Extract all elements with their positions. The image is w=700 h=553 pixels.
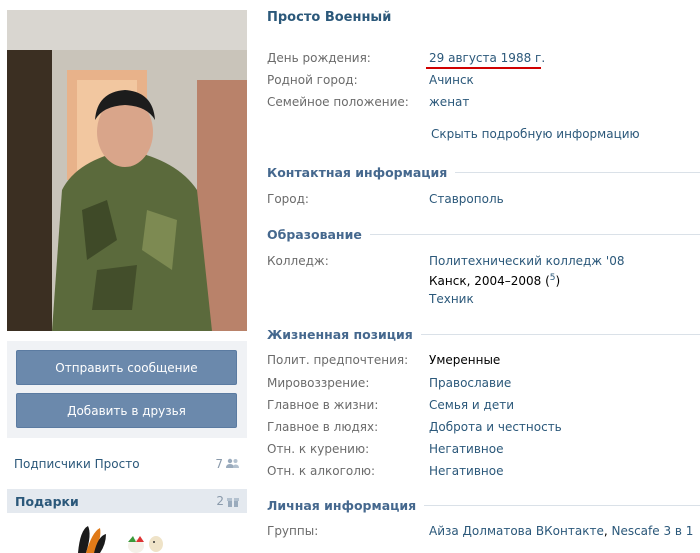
send-message-button[interactable]: Отправить сообщение: [16, 350, 237, 385]
people-main-value[interactable]: Доброта и честность: [429, 420, 562, 434]
college-place-close: ): [555, 274, 561, 288]
personal-section-header: Личная информация: [267, 497, 700, 513]
smoking-label: Отн. к курению:: [267, 442, 370, 456]
alcohol-label: Отн. к алкоголю:: [267, 464, 376, 478]
subscribers-count-group: 7: [215, 457, 239, 471]
section-divider: [369, 233, 700, 235]
gifts-label[interactable]: Подарки: [15, 494, 79, 509]
section-divider: [420, 333, 700, 335]
groups-value: Айза Долматова ВКонтакте, Nescafe 3 в 1: [429, 524, 693, 538]
birthday-value[interactable]: 29 августа 1988 г.: [429, 51, 545, 65]
birthday-label: День рождения:: [267, 51, 371, 65]
contacts-section-title: Контактная информация: [267, 164, 448, 180]
section-divider: [424, 504, 700, 506]
college-label: Колледж:: [267, 254, 329, 268]
hometown-value[interactable]: Ачинск: [429, 73, 474, 87]
gifts-count: 2: [216, 494, 224, 508]
subscribers-label[interactable]: Подписчики Просто: [14, 457, 140, 471]
gifts-count-group: 2: [216, 494, 239, 508]
subscribers-row[interactable]: Подписчики Просто 7: [7, 450, 247, 477]
gifts-preview[interactable]: [70, 520, 180, 553]
gifts-header[interactable]: Подарки 2: [7, 489, 247, 513]
hometown-label: Родной город:: [267, 73, 358, 87]
worldview-label: Мировоззрение:: [267, 376, 370, 390]
hide-details-link[interactable]: Скрыть подробную информацию: [431, 127, 640, 141]
education-section-header: Образование: [267, 226, 700, 242]
section-divider: [455, 171, 700, 173]
gift-icon: [227, 497, 239, 507]
profile-photo[interactable]: [7, 10, 247, 331]
gift-thumbnails: [78, 526, 163, 553]
contacts-section-header: Контактная информация: [267, 164, 700, 180]
college-speciality[interactable]: Техник: [429, 292, 474, 306]
education-section-title: Образование: [267, 226, 362, 242]
life-main-label: Главное в жизни:: [267, 398, 379, 412]
city-value[interactable]: Ставрополь: [429, 192, 504, 206]
highlight-underline: [426, 67, 541, 69]
city-label: Город:: [267, 192, 309, 206]
college-place-years: Канск, 2004–2008 (5): [429, 273, 560, 288]
life-main-value[interactable]: Семья и дети: [429, 398, 514, 412]
groups-label: Группы:: [267, 524, 319, 538]
people-icon: [226, 458, 239, 468]
life-section-header: Жизненная позиция: [267, 326, 700, 342]
politics-value: Умеренные: [429, 353, 501, 367]
worldview-value[interactable]: Православие: [429, 376, 511, 390]
group-link[interactable]: Айза Долматова ВКонтакте: [429, 524, 604, 538]
add-friend-button[interactable]: Добавить в друзья: [16, 393, 237, 428]
smoking-value[interactable]: Негативное: [429, 442, 504, 456]
profile-name: Просто Военный: [267, 10, 392, 25]
people-main-label: Главное в людях:: [267, 420, 379, 434]
college-place-years-text: Канск, 2004–2008 (: [429, 274, 550, 288]
alcohol-value[interactable]: Негативное: [429, 464, 504, 478]
profile-photo-image: [7, 10, 247, 331]
college-value[interactable]: Политехнический колледж '08: [429, 254, 625, 268]
group-link[interactable]: Nescafe 3 в 1: [611, 524, 693, 538]
profile-actions: Отправить сообщение Добавить в друзья: [7, 341, 247, 438]
relationship-value[interactable]: женат: [429, 95, 469, 109]
relationship-label: Семейное положение:: [267, 95, 409, 109]
personal-section-title: Личная информация: [267, 497, 417, 513]
life-section-title: Жизненная позиция: [267, 326, 413, 342]
subscribers-count: 7: [215, 456, 223, 471]
politics-label: Полит. предпочтения:: [267, 353, 409, 367]
